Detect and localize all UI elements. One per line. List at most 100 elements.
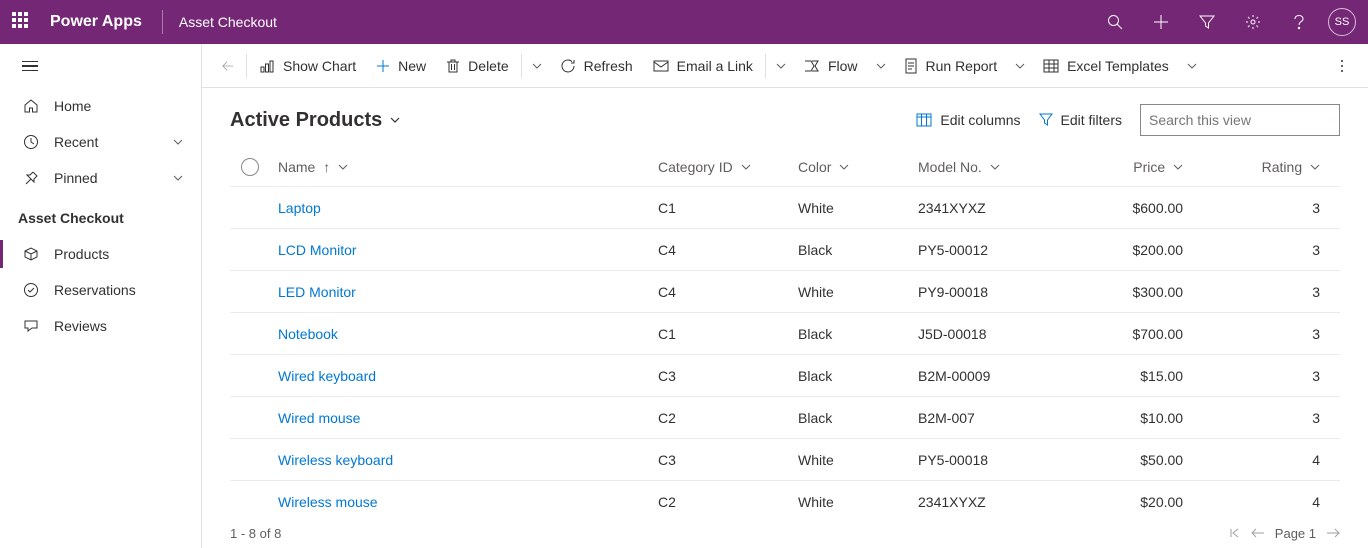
table-row[interactable]: LaptopC1White2341XYXZ$600.003 <box>230 187 1340 229</box>
row-select[interactable] <box>230 355 270 397</box>
table-row[interactable]: NotebookC1BlackJ5D-00018$700.003 <box>230 313 1340 355</box>
column-header-price[interactable]: Price <box>1110 148 1243 187</box>
nav-label: Reviews <box>54 318 107 334</box>
column-header-color[interactable]: Color <box>790 148 910 187</box>
app-launcher-icon[interactable] <box>12 12 32 32</box>
back-button[interactable] <box>212 44 244 88</box>
table-row[interactable]: Wireless keyboardC3WhitePY5-00018$50.004 <box>230 439 1340 481</box>
more-commands-button[interactable] <box>1326 44 1358 88</box>
nav-home[interactable]: Home <box>0 88 201 124</box>
column-header-name[interactable]: Name ↑ <box>270 148 650 187</box>
site-map-sidebar: Home Recent Pinned Asset Checkout <box>0 44 202 548</box>
email-split-chevron[interactable] <box>768 44 794 88</box>
cell-model: J5D-00018 <box>910 313 1110 355</box>
breadcrumb[interactable]: Asset Checkout <box>179 14 277 30</box>
refresh-button[interactable]: Refresh <box>550 44 643 88</box>
view-selector[interactable]: Active Products <box>230 109 400 132</box>
sidebar-toggle[interactable] <box>0 44 201 88</box>
record-link[interactable]: Laptop <box>278 200 321 216</box>
column-header-category[interactable]: Category ID <box>650 148 790 187</box>
row-select[interactable] <box>230 481 270 519</box>
cell-model: B2M-00009 <box>910 355 1110 397</box>
column-header-model[interactable]: Model No. <box>910 148 1110 187</box>
select-all-header[interactable] <box>230 148 270 187</box>
sort-ascending-icon: ↑ <box>323 159 330 175</box>
cell-color: White <box>790 187 910 229</box>
quick-find-search[interactable] <box>1140 104 1340 136</box>
cell-category: C3 <box>650 355 790 397</box>
show-chart-button[interactable]: Show Chart <box>249 44 366 88</box>
row-select[interactable] <box>230 313 270 355</box>
excel-templates-chevron[interactable] <box>1179 44 1205 88</box>
record-link[interactable]: Wireless mouse <box>278 494 378 510</box>
search-icon[interactable] <box>1094 0 1136 44</box>
new-button[interactable]: New <box>366 44 436 88</box>
row-select[interactable] <box>230 271 270 313</box>
cell-rating: 4 <box>1243 481 1340 519</box>
cell-price: $15.00 <box>1110 355 1243 397</box>
record-link[interactable]: Wireless keyboard <box>278 452 393 468</box>
user-avatar[interactable]: SS <box>1328 8 1356 36</box>
cell-color: Black <box>790 397 910 439</box>
cell-model: 2341XYXZ <box>910 187 1110 229</box>
help-icon[interactable] <box>1278 0 1320 44</box>
edit-columns-button[interactable]: Edit columns <box>916 112 1020 128</box>
table-row[interactable]: LED MonitorC4WhitePY9-00018$300.003 <box>230 271 1340 313</box>
add-icon[interactable] <box>1140 0 1182 44</box>
command-bar: Show Chart New Delete Refresh Email a Li… <box>202 44 1368 88</box>
email-link-button[interactable]: Email a Link <box>643 44 763 88</box>
cell-rating: 3 <box>1243 313 1340 355</box>
page-label: Page 1 <box>1275 526 1316 541</box>
run-report-chevron[interactable] <box>1007 44 1033 88</box>
table-row[interactable]: Wired mouseC2BlackB2M-007$10.003 <box>230 397 1340 439</box>
cell-category: C4 <box>650 229 790 271</box>
search-input[interactable] <box>1149 112 1330 128</box>
settings-icon[interactable] <box>1232 0 1274 44</box>
column-header-rating[interactable]: Rating <box>1243 148 1340 187</box>
run-report-button[interactable]: Run Report <box>894 44 1008 88</box>
cell-name: Wired mouse <box>270 397 650 439</box>
delete-split-chevron[interactable] <box>524 44 550 88</box>
next-page-button[interactable] <box>1326 528 1340 538</box>
funnel-icon <box>1039 113 1053 127</box>
cell-model: PY5-00012 <box>910 229 1110 271</box>
nav-products[interactable]: Products <box>0 236 201 272</box>
filter-icon[interactable] <box>1186 0 1228 44</box>
row-select[interactable] <box>230 187 270 229</box>
record-link[interactable]: Wired keyboard <box>278 368 376 384</box>
delete-button[interactable]: Delete <box>436 44 518 88</box>
chevron-down-icon <box>173 173 183 183</box>
cell-price: $10.00 <box>1110 397 1243 439</box>
row-select[interactable] <box>230 229 270 271</box>
nav-reviews[interactable]: Reviews <box>0 308 201 344</box>
header-divider <box>162 10 163 34</box>
chevron-down-icon <box>173 137 183 147</box>
cell-rating: 3 <box>1243 229 1340 271</box>
comment-icon <box>22 317 40 335</box>
flow-button[interactable]: Flow <box>794 44 868 88</box>
nav-label: Home <box>54 98 91 114</box>
record-link[interactable]: Notebook <box>278 326 338 342</box>
table-row[interactable]: Wired keyboardC3BlackB2M-00009$15.003 <box>230 355 1340 397</box>
record-link[interactable]: Wired mouse <box>278 410 360 426</box>
excel-templates-button[interactable]: Excel Templates <box>1033 44 1179 88</box>
record-link[interactable]: LED Monitor <box>278 284 356 300</box>
row-select[interactable] <box>230 439 270 481</box>
nav-pinned[interactable]: Pinned <box>0 160 201 196</box>
pin-icon <box>22 169 40 187</box>
nav-label: Pinned <box>54 170 98 186</box>
row-select[interactable] <box>230 397 270 439</box>
nav-recent[interactable]: Recent <box>0 124 201 160</box>
cell-name: LED Monitor <box>270 271 650 313</box>
table-row[interactable]: Wireless mouseC2White2341XYXZ$20.004 <box>230 481 1340 519</box>
nav-reservations[interactable]: Reservations <box>0 272 201 308</box>
record-link[interactable]: LCD Monitor <box>278 242 357 258</box>
flow-chevron[interactable] <box>868 44 894 88</box>
table-row[interactable]: LCD MonitorC4BlackPY5-00012$200.003 <box>230 229 1340 271</box>
first-page-button[interactable] <box>1229 527 1241 539</box>
chevron-down-icon <box>338 162 348 172</box>
cell-color: Black <box>790 229 910 271</box>
prev-page-button[interactable] <box>1251 528 1265 538</box>
edit-filters-button[interactable]: Edit filters <box>1039 112 1122 128</box>
cell-price: $50.00 <box>1110 439 1243 481</box>
